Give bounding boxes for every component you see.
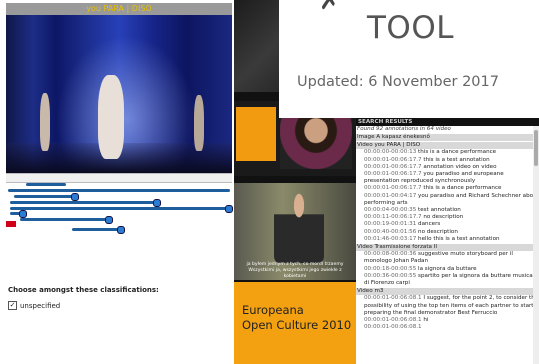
track-handle[interactable] [225, 205, 233, 213]
subtitle-line: Wszystkimi ja, wszystkimi jego zwiekłe z… [248, 268, 342, 279]
result-row[interactable]: 00:00:11-00:06:17.7 no description [356, 214, 539, 221]
annotation-track[interactable] [10, 210, 27, 218]
search-results-header: SEARCH RESULTS [356, 118, 539, 126]
result-timecode: 00:00:11-00:06:17.7 [364, 214, 422, 221]
title-overlay: ✗ TOOL Updated: 6 November 2017 [279, 0, 539, 118]
europeana-title: Europeana [242, 303, 304, 317]
result-text: hello this is a test annotation [418, 235, 500, 242]
result-timecode: 00:00:08-00:00:36 [364, 251, 417, 258]
result-timecode: 00:00:01-00:06:17.7 [364, 185, 422, 192]
playhead-marker[interactable] [6, 221, 16, 227]
classification-label: Choose amongst these classifications: [8, 286, 159, 294]
unspecified-label: unspecified [20, 301, 61, 310]
result-timecode: 00:00:01-00:06:17.7 [364, 163, 422, 170]
result-timecode: 00:00:18-00:00:55 [364, 265, 417, 272]
result-text: test annotation [418, 207, 461, 214]
annotation-track[interactable] [10, 205, 233, 213]
annotation-track[interactable] [10, 199, 161, 207]
result-row[interactable]: 00:00:08-00:00:36 suggestive muto storyb… [356, 251, 539, 265]
results-list: Image A kapasz énekesnő Video you PARA | … [356, 133, 539, 331]
result-text: no description [423, 214, 464, 221]
track-handle[interactable] [117, 226, 125, 234]
result-timecode: 00:00:01-00:04:17 [364, 192, 417, 199]
annotation-track[interactable] [14, 193, 79, 201]
result-row[interactable]: 00:00:00-00:00:13 this is a dance perfor… [356, 149, 539, 156]
europeana-subtitle: Open Culture 2010 [242, 318, 352, 332]
result-row[interactable]: 00:00:01-00:06:08.1 hi [356, 317, 539, 324]
annotation-track[interactable] [20, 216, 113, 224]
result-row[interactable]: 00:00:18-00:00:55 la signora da buttare [356, 266, 539, 273]
result-text: this is a dance performance [418, 149, 497, 156]
annotation-track[interactable] [8, 189, 230, 192]
video-player-panel: you PARA | DISO Choose amongst these cla… [0, 0, 234, 364]
result-timecode: 00:00:01-00:06:17.7 [364, 156, 422, 163]
result-timecode: 00:00:36-00:00:55 [364, 272, 417, 279]
result-timecode: 00:00:01-00:06:08.1 [364, 295, 422, 302]
result-row[interactable]: 00:00:01-00:06:17.7 this is a test annot… [356, 157, 539, 164]
results-count: Found 92 annotations in 64 video [357, 126, 451, 132]
video-frame[interactable] [6, 15, 232, 173]
results-scrollbar[interactable] [533, 126, 539, 364]
result-text: no description [418, 228, 458, 235]
result-timecode: 00:00:01-00:06:08.1 [364, 324, 422, 331]
slide-panel [236, 107, 276, 161]
video-subtitles: ja byłem jednym z tych, co mordl trzaemy… [238, 262, 352, 280]
annotation-track[interactable] [72, 226, 125, 234]
updated-date: Updated: 6 November 2017 [297, 74, 499, 90]
track-handle[interactable] [71, 193, 79, 201]
result-row[interactable]: 00:00:40-00:01:56 no description [356, 229, 539, 236]
page-title: TOOL [367, 10, 455, 46]
result-timecode: 00:00:04-00:00:35 [364, 207, 417, 214]
classification-option[interactable]: ✓ unspecified [8, 301, 60, 310]
result-timecode: 00:00:01-00:06:17.7 [364, 171, 422, 178]
unspecified-checkbox[interactable]: ✓ [8, 301, 17, 310]
result-group-header[interactable]: Image A kapasz énekesnő [356, 133, 539, 142]
video-title-bar: you PARA | DISO [6, 3, 232, 15]
timeline-scrubber[interactable] [6, 173, 232, 183]
result-row[interactable]: 00:00:36-00:00:55 spartito per la signor… [356, 273, 539, 287]
result-row[interactable]: 00:00:01-00:04:17 you paradiso and Richa… [356, 193, 539, 207]
result-row[interactable]: 00:00:01-00:06:17.7 annotation video on … [356, 164, 539, 171]
result-text: hi [423, 317, 429, 324]
cropped-glyph: ✗ [319, 0, 341, 16]
result-text: annotation video on video [423, 163, 497, 170]
result-timecode: 00:00:19-00:01:31 [364, 221, 417, 228]
result-timecode: 00:00:40-00:01:56 [364, 228, 417, 235]
result-row[interactable]: 00:00:19-00:01:31 dancers [356, 221, 539, 228]
track-handle[interactable] [19, 210, 27, 218]
result-row[interactable]: 00:01:46-00:03:17 hello this is a test a… [356, 236, 539, 243]
man-portrait [274, 193, 324, 263]
result-group-header[interactable]: Video m3 [356, 287, 539, 296]
result-timecode: 00:00:00-00:00:13 [364, 149, 417, 156]
result-row[interactable]: 00:00:01-00:06:17.7 this is a dance perf… [356, 185, 539, 192]
dancer-figure [98, 75, 124, 159]
result-timecode: 00:00:01-00:06:08.1 [364, 317, 422, 324]
thumbnail-interview-man[interactable]: ja byłem jednym z tych, co mordl trzaemy… [234, 183, 356, 280]
result-group-header[interactable]: Video you PARA | DISO [356, 141, 539, 150]
scrollbar-thumb[interactable] [534, 130, 538, 166]
result-group-header[interactable]: Video Trasmissione forzata II [356, 243, 539, 252]
result-text: this is a dance performance [423, 185, 502, 192]
result-row[interactable]: 00:00:04-00:00:35 test annotation [356, 207, 539, 214]
result-row[interactable]: 00:00:01-00:06:08.1 [356, 324, 539, 331]
thumbnail-europeana[interactable]: Europeana Open Culture 2010 [234, 282, 356, 364]
result-text: dancers [418, 221, 441, 228]
annotation-track[interactable] [26, 183, 66, 186]
track-handle[interactable] [105, 216, 113, 224]
result-row[interactable]: 00:00:01-00:06:17.7 you paradiso and eur… [356, 171, 539, 185]
track-handle[interactable] [153, 199, 161, 207]
result-text: la signora da buttare [418, 265, 477, 272]
annotation-tracks [8, 183, 233, 234]
search-results-panel: SEARCH RESULTS Found 92 annotations in 6… [356, 118, 539, 364]
dancer-figure [40, 93, 50, 151]
result-row[interactable]: 00:00:01-00:06:08.1 I suggest, for the p… [356, 295, 539, 317]
result-text: this is a test annotation [423, 156, 490, 163]
dancer-figure [194, 95, 204, 151]
result-timecode: 00:01:46-00:03:17 [364, 235, 417, 242]
